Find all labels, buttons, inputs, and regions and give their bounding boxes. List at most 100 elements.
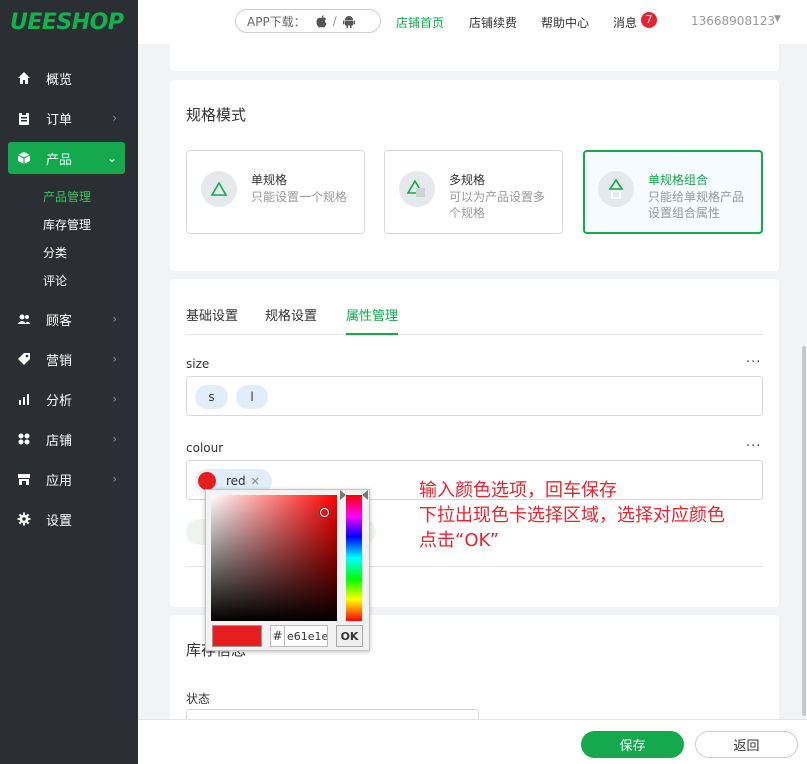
app-download-label: APP下载： bbox=[247, 14, 306, 29]
store-renew-link[interactable]: 店铺续费 bbox=[469, 14, 517, 31]
card-previous bbox=[170, 44, 779, 71]
more-options-icon[interactable]: ··· bbox=[746, 439, 761, 454]
sidebar-item-label: 产品 bbox=[46, 152, 73, 168]
spec-option-desc: 只能给单规格产品设置组合属性 bbox=[648, 190, 745, 220]
scrollbar[interactable] bbox=[802, 346, 806, 716]
gear-icon bbox=[16, 511, 32, 527]
spec-mode-title: 规格模式 bbox=[186, 106, 247, 124]
messages-link[interactable]: 消息 bbox=[613, 14, 637, 31]
spec-option-title: 单规格组合 bbox=[648, 173, 709, 187]
sidebar-item-store[interactable]: 店铺 › bbox=[8, 423, 125, 455]
tab-basic-settings[interactable]: 基础设置 bbox=[186, 305, 238, 324]
sidebar-item-label: 店铺 bbox=[46, 433, 73, 449]
sidebar-item-orders[interactable]: 订单 › bbox=[8, 102, 125, 134]
spec-option-multi[interactable]: 多规格 可以为产品设置多个规格 bbox=[384, 150, 563, 234]
tab-spec-settings[interactable]: 规格设置 bbox=[265, 305, 317, 324]
chevron-right-icon: › bbox=[112, 472, 117, 486]
home-icon bbox=[16, 70, 32, 86]
sidebar-item-apps[interactable]: 应用 › bbox=[8, 463, 125, 495]
annotation-line: 输入颜色选项，回车保存 bbox=[419, 480, 617, 501]
spec-option-title: 单规格 bbox=[251, 173, 288, 187]
sidebar-item-customers[interactable]: 顾客 › bbox=[8, 303, 125, 335]
grid-icon bbox=[16, 431, 32, 447]
attribute-name-colour: colour bbox=[186, 441, 224, 455]
sidebar-item-analytics[interactable]: 分析 › bbox=[8, 383, 125, 415]
saturation-value-area[interactable] bbox=[211, 495, 337, 621]
remove-icon[interactable]: ✕ bbox=[251, 475, 260, 488]
back-button[interactable]: 返回 bbox=[695, 731, 798, 758]
footer-bar: 保存 返回 bbox=[138, 719, 807, 764]
hue-slider[interactable] bbox=[346, 495, 362, 621]
app-download[interactable]: APP下载： / bbox=[235, 9, 381, 33]
option-chip[interactable]: l bbox=[236, 385, 268, 409]
save-button[interactable]: 保存 bbox=[581, 731, 684, 758]
chevron-right-icon: › bbox=[112, 352, 117, 366]
top-bar: APP下载： / 店铺首页 店铺续费 帮助中心 消息 7 13668908123… bbox=[138, 0, 807, 44]
chevron-right-icon: › bbox=[112, 392, 117, 406]
status-label: 状态 bbox=[186, 692, 211, 706]
colour-dot[interactable] bbox=[198, 472, 216, 490]
hex-input[interactable] bbox=[284, 625, 328, 647]
account-phone[interactable]: 13668908123 bbox=[691, 14, 775, 28]
color-cursor[interactable] bbox=[320, 508, 329, 517]
sidebar-item-label: 设置 bbox=[46, 513, 73, 529]
color-picker: # OK bbox=[205, 489, 370, 651]
separator: / bbox=[332, 14, 337, 28]
sidebar-item-label: 订单 bbox=[46, 112, 73, 128]
sidebar-item-settings[interactable]: 设置 bbox=[8, 503, 125, 535]
store-icon bbox=[16, 471, 32, 487]
users-icon bbox=[16, 311, 32, 327]
sidebar-item-label: 顾客 bbox=[46, 313, 73, 329]
tag-icon bbox=[16, 351, 32, 367]
message-count-badge: 7 bbox=[641, 12, 657, 28]
sidebar-item-label: 营销 bbox=[46, 353, 73, 369]
option-chip[interactable]: s bbox=[195, 385, 228, 409]
sidebar-subitem-reviews[interactable]: 评论 bbox=[43, 272, 67, 289]
sidebar-item-label: 概览 bbox=[46, 72, 73, 88]
help-center-link[interactable]: 帮助中心 bbox=[541, 14, 589, 31]
chevron-right-icon: › bbox=[112, 432, 117, 446]
attribute-name-size: size bbox=[186, 357, 210, 371]
sidebar: UEESHOP 概览 订单 › 产品 ⌄ 产品管理 库存管理 分类 评论 顾客 … bbox=[0, 0, 138, 764]
sidebar-item-label: 分析 bbox=[46, 393, 73, 409]
spec-option-single[interactable]: 单规格 只能设置一个规格 bbox=[186, 150, 365, 234]
more-options-icon[interactable]: ··· bbox=[746, 355, 761, 370]
hex-prefix: # bbox=[270, 625, 284, 647]
spec-option-single-combo[interactable]: 单规格组合 只能给单规格产品设置组合属性 bbox=[583, 150, 763, 234]
size-tag-input[interactable]: s l bbox=[186, 376, 763, 416]
annotation-line: 点击“OK” bbox=[419, 530, 500, 551]
apple-icon bbox=[316, 14, 327, 28]
color-preview-swatch bbox=[212, 625, 262, 647]
triangle-icon bbox=[201, 171, 237, 207]
brand-logo[interactable]: UEESHOP bbox=[0, 0, 138, 44]
spec-option-desc: 只能设置一个规格 bbox=[251, 190, 348, 204]
instruction-annotation: 输入颜色选项，回车保存 下拉出现色卡选择区域，选择对应颜色 点击“OK” bbox=[419, 478, 725, 553]
annotation-line: 下拉出现色卡选择区域，选择对应颜色 bbox=[419, 505, 725, 526]
sidebar-subitem-inventory[interactable]: 库存管理 bbox=[43, 216, 91, 233]
sidebar-item-marketing[interactable]: 营销 › bbox=[8, 343, 125, 375]
sidebar-item-products[interactable]: 产品 ⌄ bbox=[8, 142, 125, 174]
colour-chip-label: red bbox=[226, 474, 246, 488]
box-icon bbox=[16, 150, 32, 166]
tab-divider bbox=[186, 334, 763, 335]
triangle-square-icon bbox=[399, 171, 435, 207]
sidebar-item-overview[interactable]: 概览 bbox=[8, 62, 125, 94]
chevron-right-icon: › bbox=[112, 312, 117, 326]
store-home-link[interactable]: 店铺首页 bbox=[396, 14, 444, 31]
spec-mode-card: 规格模式 单规格 只能设置一个规格 多规格 可以为产品设置多个规格 单规格组合 … bbox=[170, 80, 779, 271]
android-icon bbox=[342, 15, 355, 28]
tab-attribute-management[interactable]: 属性管理 bbox=[346, 305, 398, 324]
chevron-down-icon: ⌄ bbox=[106, 151, 117, 165]
hue-pointer-right[interactable] bbox=[362, 490, 368, 500]
caret-down-icon[interactable]: ▼ bbox=[774, 14, 781, 24]
triangle-box-icon bbox=[598, 171, 634, 207]
sidebar-item-label: 应用 bbox=[46, 473, 73, 489]
chevron-right-icon: › bbox=[112, 111, 117, 125]
bar-chart-icon bbox=[16, 391, 32, 407]
sidebar-subitem-product-management[interactable]: 产品管理 bbox=[43, 188, 91, 205]
active-tab-indicator bbox=[346, 333, 398, 335]
ok-button[interactable]: OK bbox=[336, 625, 363, 647]
sidebar-subitem-category[interactable]: 分类 bbox=[43, 244, 67, 261]
spec-option-desc: 可以为产品设置多个规格 bbox=[449, 190, 546, 220]
spec-option-title: 多规格 bbox=[449, 173, 486, 187]
